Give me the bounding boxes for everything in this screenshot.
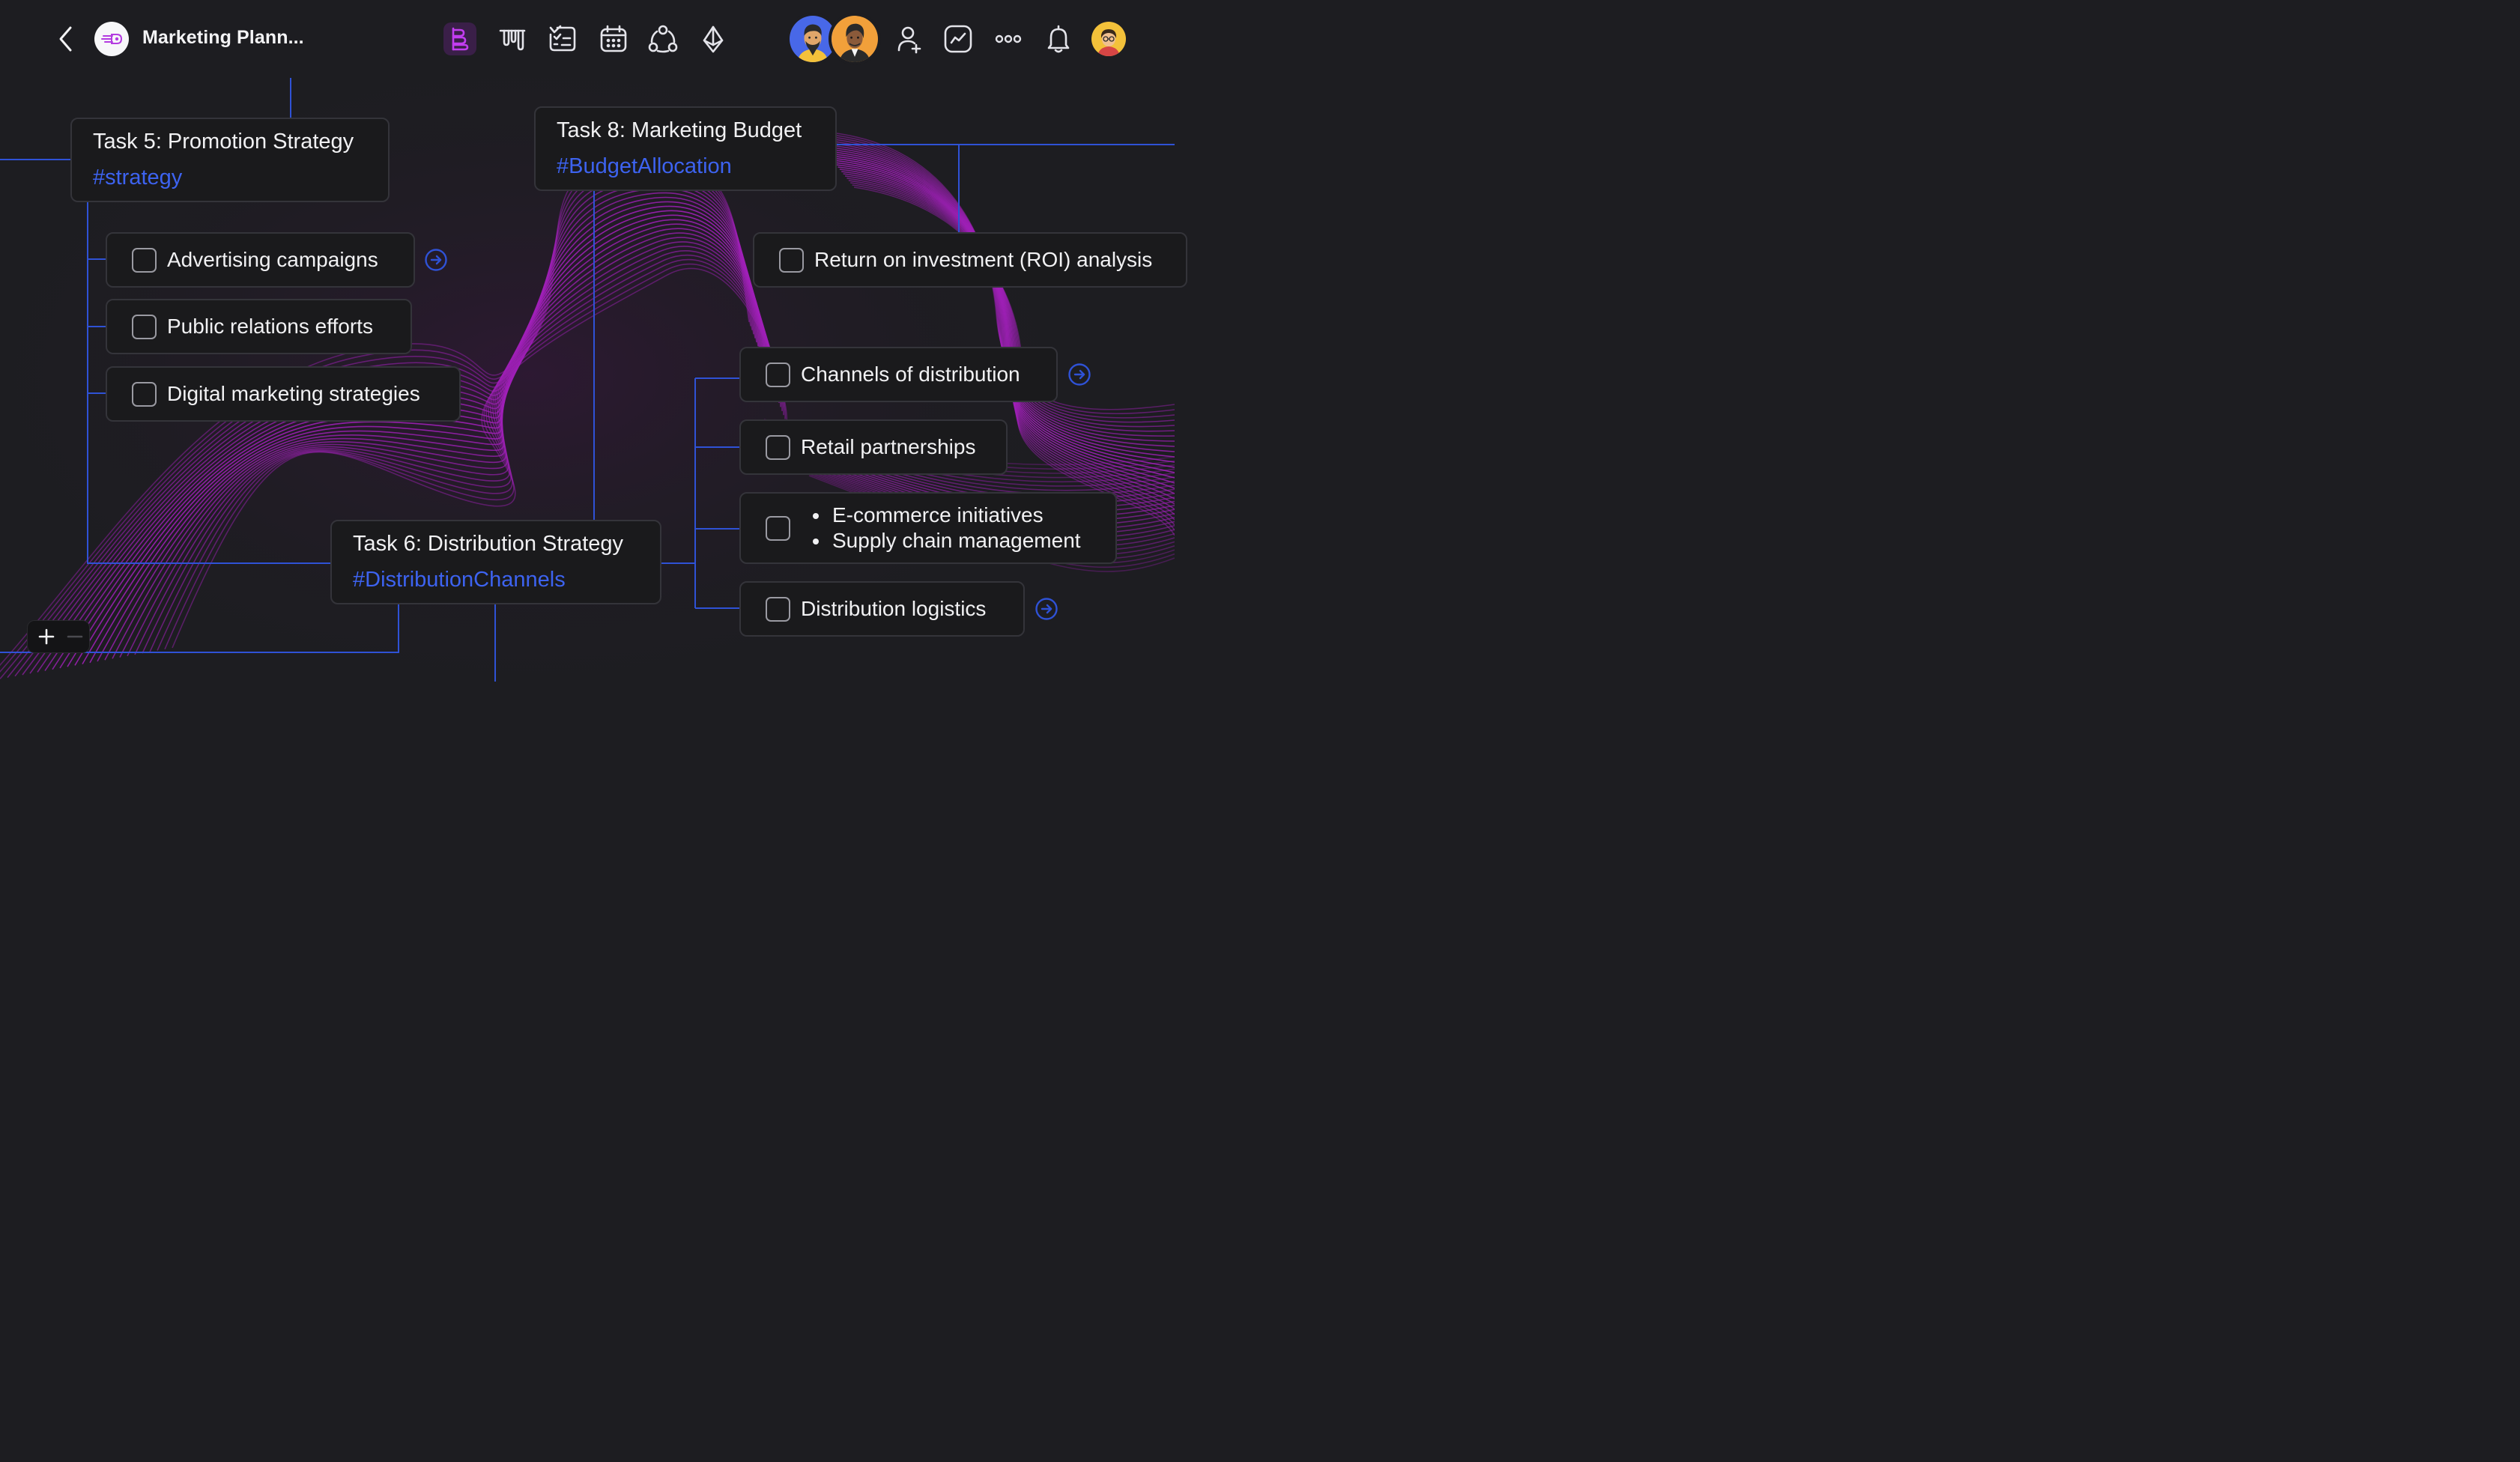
task-title: Task 8: Marketing Budget bbox=[557, 118, 802, 142]
zoom-control bbox=[27, 620, 90, 653]
subtask-bullet-list: E-commerce initiatives Supply chain mana… bbox=[811, 503, 1081, 553]
notifications-button[interactable] bbox=[1042, 22, 1075, 55]
subtask-checkbox[interactable] bbox=[766, 516, 790, 541]
bullet-item: Supply chain management bbox=[811, 528, 1081, 553]
task-title: Task 5: Promotion Strategy bbox=[93, 130, 354, 154]
subtask-label: Advertising campaigns bbox=[167, 248, 378, 271]
subtask-checkbox[interactable] bbox=[132, 315, 157, 339]
arrow-right-circle-icon bbox=[1068, 363, 1091, 386]
checklist-view-icon bbox=[549, 25, 576, 52]
avatar-collaborator-2[interactable] bbox=[829, 13, 881, 65]
bell-icon bbox=[1047, 25, 1070, 53]
ethereum-icon bbox=[703, 25, 724, 53]
tool-network[interactable] bbox=[646, 22, 679, 55]
kanban-view-icon bbox=[499, 29, 526, 51]
tool-calendar[interactable] bbox=[597, 22, 630, 55]
subtask-label: Digital marketing strategies bbox=[167, 382, 420, 405]
top-bar: Marketing Plann... bbox=[0, 0, 1175, 78]
task-title: Task 6: Distribution Strategy bbox=[353, 532, 624, 556]
analytics-icon bbox=[944, 25, 972, 53]
subtask-label: Distribution logistics bbox=[801, 597, 987, 620]
subtask-checkbox[interactable] bbox=[132, 382, 157, 407]
minus-icon bbox=[67, 635, 83, 638]
bullet-item: E-commerce initiatives bbox=[811, 503, 1081, 528]
subtask-item[interactable]: Public relations efforts bbox=[106, 299, 412, 354]
subtask-label: Return on investment (ROI) analysis bbox=[814, 248, 1153, 271]
task-tag[interactable]: #strategy bbox=[93, 166, 182, 190]
arrow-right-circle-icon bbox=[425, 249, 447, 271]
back-button[interactable] bbox=[52, 24, 78, 54]
subtask-checkbox[interactable] bbox=[766, 363, 790, 387]
open-subtask-button[interactable] bbox=[1035, 597, 1058, 621]
plus-icon bbox=[38, 628, 55, 645]
task-node-marketing-budget[interactable]: Task 8: Marketing Budget #BudgetAllocati… bbox=[534, 106, 837, 191]
calendar-view-icon bbox=[600, 25, 627, 52]
add-user-icon bbox=[897, 26, 921, 54]
subtask-item[interactable]: Advertising campaigns bbox=[106, 232, 415, 288]
analytics-button[interactable] bbox=[942, 22, 975, 55]
chevron-left-icon bbox=[59, 26, 72, 52]
task-node-distribution-strategy[interactable]: Task 6: Distribution Strategy #Distribut… bbox=[330, 520, 661, 604]
subtask-checkbox[interactable] bbox=[132, 248, 157, 273]
zoom-out-button[interactable] bbox=[64, 625, 86, 648]
person-avatar-icon bbox=[832, 16, 878, 62]
subtask-item[interactable]: E-commerce initiatives Supply chain mana… bbox=[739, 492, 1117, 564]
subtask-item[interactable]: Return on investment (ROI) analysis bbox=[753, 232, 1187, 288]
tool-ethereum[interactable] bbox=[697, 22, 730, 55]
zoom-in-button[interactable] bbox=[35, 625, 58, 648]
user-avatar-icon bbox=[1091, 22, 1126, 56]
task-node-promotion-strategy[interactable]: Task 5: Promotion Strategy #strategy bbox=[70, 118, 390, 202]
task-tag[interactable]: #BudgetAllocation bbox=[557, 154, 732, 179]
open-subtask-button[interactable] bbox=[424, 248, 448, 272]
subtask-item[interactable]: Retail partnerships bbox=[739, 419, 1008, 475]
rocket-logo-icon bbox=[101, 34, 123, 44]
task-tag[interactable]: #DistributionChannels bbox=[353, 568, 566, 592]
tool-checklist[interactable] bbox=[546, 22, 579, 55]
mindmap-view-icon bbox=[452, 27, 469, 51]
tool-mindmap[interactable] bbox=[443, 22, 476, 55]
arrow-right-circle-icon bbox=[1035, 598, 1058, 620]
subtask-checkbox[interactable] bbox=[779, 248, 804, 273]
subtask-label: Public relations efforts bbox=[167, 315, 373, 338]
add-user-button[interactable] bbox=[891, 22, 924, 55]
subtask-item[interactable]: Distribution logistics bbox=[739, 581, 1025, 637]
subtask-item[interactable]: Channels of distribution bbox=[739, 347, 1058, 402]
subtask-item[interactable]: Digital marketing strategies bbox=[106, 366, 461, 422]
more-button[interactable] bbox=[992, 22, 1025, 55]
subtask-label: Retail partnerships bbox=[801, 435, 976, 458]
more-icon bbox=[995, 34, 1022, 43]
app-logo[interactable] bbox=[94, 22, 129, 56]
subtask-label: Channels of distribution bbox=[801, 363, 1020, 386]
tool-kanban[interactable] bbox=[496, 22, 529, 55]
app-title: Marketing Plann... bbox=[142, 27, 304, 48]
user-profile-avatar[interactable] bbox=[1091, 22, 1126, 56]
network-view-icon bbox=[648, 25, 678, 53]
subtask-checkbox[interactable] bbox=[766, 597, 790, 622]
open-subtask-button[interactable] bbox=[1067, 363, 1091, 386]
subtask-checkbox[interactable] bbox=[766, 435, 790, 460]
